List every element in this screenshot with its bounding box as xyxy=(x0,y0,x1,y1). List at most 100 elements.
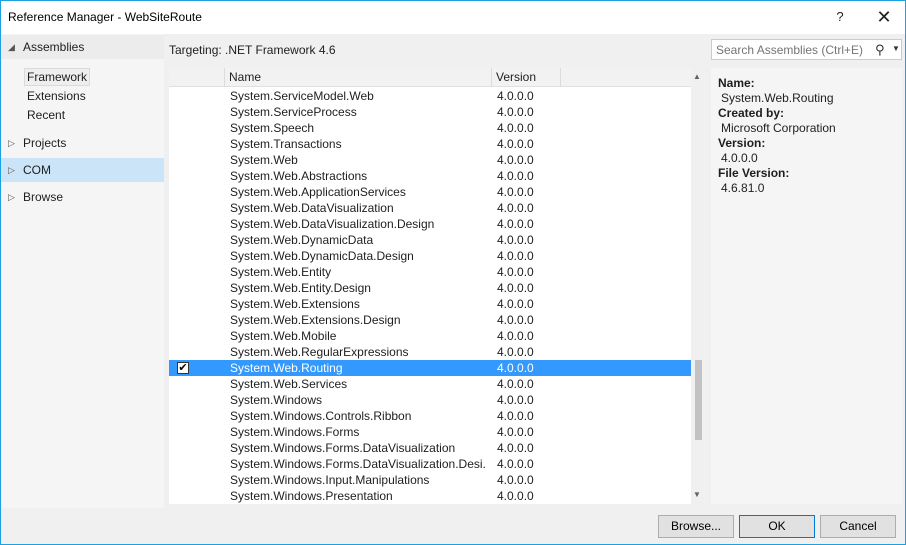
row-name: System.Windows xyxy=(230,393,323,407)
collapsed-arrow-icon: ▷ xyxy=(8,138,15,148)
window-title: Reference Manager - WebSiteRoute xyxy=(8,10,202,24)
details-panel: Name: System.Web.Routing Created by: Mic… xyxy=(711,68,902,504)
header-version[interactable]: Version xyxy=(492,68,561,87)
row-version: 4.0.0.0 xyxy=(497,361,534,375)
chevron-down-icon[interactable]: ▼ xyxy=(892,44,900,53)
detail-name-value: System.Web.Routing xyxy=(721,91,834,105)
scroll-down-icon[interactable]: ▼ xyxy=(693,490,701,499)
row-name: System.ServiceProcess xyxy=(230,105,357,119)
search-input[interactable] xyxy=(716,42,866,57)
row-version: 4.0.0.0 xyxy=(497,409,534,423)
table-row[interactable]: System.Windows.Forms 4.0.0.0 xyxy=(169,424,691,440)
row-name: System.Web.DataVisualization xyxy=(230,201,394,215)
table-row[interactable]: System.Web 4.0.0.0 xyxy=(169,152,691,168)
row-version: 4.0.0.0 xyxy=(497,217,534,231)
table-row[interactable]: System.Web.ApplicationServices 4.0.0.0 xyxy=(169,184,691,200)
header-name[interactable]: Name xyxy=(225,68,492,87)
nav-com[interactable]: ▷ COM xyxy=(1,158,164,182)
row-name: System.Web.Entity.Design xyxy=(230,281,371,295)
row-name: System.Web.Extensions xyxy=(230,297,360,311)
table-row[interactable]: System.Web.RegularExpressions 4.0.0.0 xyxy=(169,344,691,360)
title-bar: Reference Manager - WebSiteRoute ? ✕ xyxy=(1,1,905,34)
nav-projects-label: Projects xyxy=(23,136,67,150)
row-name: System.Web.DataVisualization.Design xyxy=(230,217,435,231)
row-name: System.Web.ApplicationServices xyxy=(230,185,406,199)
detail-version-label: Version: xyxy=(718,136,766,150)
table-row[interactable]: System.Web.DataVisualization.Design 4.0.0… xyxy=(169,216,691,232)
table-row[interactable]: System.Web.DataVisualization 4.0.0.0 xyxy=(169,200,691,216)
row-name: System.Web.Mobile xyxy=(230,329,337,343)
ok-button[interactable]: OK xyxy=(739,515,815,538)
close-icon[interactable]: ✕ xyxy=(873,6,895,28)
nav-projects[interactable]: ▷ Projects xyxy=(1,131,164,155)
row-version: 4.0.0.0 xyxy=(497,281,534,295)
row-name: System.Web.RegularExpressions xyxy=(230,345,409,359)
detail-file-version-label: File Version: xyxy=(718,166,790,180)
row-name: System.Windows.Presentation xyxy=(230,489,393,503)
table-row[interactable]: System.Windows.Forms.DataVisualization.D… xyxy=(169,456,691,472)
reference-manager-dialog: Reference Manager - WebSiteRoute ? ✕ ◢ A… xyxy=(0,0,906,545)
table-row[interactable]: System.Windows 4.0.0.0 xyxy=(169,392,691,408)
help-button[interactable]: ? xyxy=(830,7,850,27)
row-version: 4.0.0.0 xyxy=(497,425,534,439)
table-row[interactable]: System.Web.Services 4.0.0.0 xyxy=(169,376,691,392)
row-version: 4.0.0.0 xyxy=(497,233,534,247)
table-row[interactable]: System.ServiceModel.Web 4.0.0.0 xyxy=(169,88,691,104)
row-version: 4.0.0.0 xyxy=(497,489,534,503)
table-row[interactable]: ✔ System.Web.Routing 4.0.0.0 xyxy=(169,360,691,376)
table-row[interactable]: System.Web.DynamicData.Design 4.0.0.0 xyxy=(169,248,691,264)
row-checkbox[interactable]: ✔ xyxy=(177,362,189,374)
assembly-list: Name Version System.ServiceModel.Web 4.0.… xyxy=(169,68,706,504)
row-version: 4.0.0.0 xyxy=(497,473,534,487)
row-version: 4.0.0.0 xyxy=(497,393,534,407)
row-name: System.Web.DynamicData xyxy=(230,233,374,247)
table-row[interactable]: System.Windows.Input.Manipulations 4.0.0.… xyxy=(169,472,691,488)
row-name: System.Web.DynamicData.Design xyxy=(230,249,414,263)
nav-assemblies[interactable]: ◢ Assemblies xyxy=(1,35,164,59)
table-row[interactable]: System.ServiceProcess 4.0.0.0 xyxy=(169,104,691,120)
collapsed-arrow-icon: ▷ xyxy=(8,192,15,202)
row-name: System.Web xyxy=(230,153,298,167)
row-version: 4.0.0.0 xyxy=(497,137,534,151)
table-row[interactable]: System.Speech 4.0.0.0 xyxy=(169,120,691,136)
scroll-thumb[interactable] xyxy=(695,360,702,440)
table-row[interactable]: System.Windows.Controls.Ribbon 4.0.0.0 xyxy=(169,408,691,424)
row-version: 4.0.0.0 xyxy=(497,153,534,167)
row-name: System.Web.Abstractions xyxy=(230,169,368,183)
table-row[interactable]: System.Web.Mobile 4.0.0.0 xyxy=(169,328,691,344)
row-name: System.Web.Extensions.Design xyxy=(230,313,401,327)
row-version: 4.0.0.0 xyxy=(497,313,534,327)
nav-recent[interactable]: Recent xyxy=(27,107,65,123)
assembly-rows: System.ServiceModel.Web 4.0.0.0 System.Ser… xyxy=(169,88,691,504)
scroll-up-icon[interactable]: ▲ xyxy=(693,72,701,81)
table-row[interactable]: System.Web.DynamicData 4.0.0.0 xyxy=(169,232,691,248)
row-name: System.Windows.Controls.Ribbon xyxy=(230,409,412,423)
detail-created-label: Created by: xyxy=(718,106,785,120)
row-version: 4.0.0.0 xyxy=(497,457,534,471)
cancel-button[interactable]: Cancel xyxy=(820,515,896,538)
table-row[interactable]: System.Web.Entity 4.0.0.0 xyxy=(169,264,691,280)
search-box[interactable]: ⚲ ▼ xyxy=(711,39,902,60)
nav-extensions[interactable]: Extensions xyxy=(27,88,86,104)
row-name: System.ServiceModel.Web xyxy=(230,89,374,103)
row-version: 4.0.0.0 xyxy=(497,265,534,279)
table-row[interactable]: System.Transactions 4.0.0.0 xyxy=(169,136,691,152)
row-version: 4.0.0.0 xyxy=(497,169,534,183)
table-row[interactable]: System.Web.Extensions 4.0.0.0 xyxy=(169,296,691,312)
expanded-arrow-icon: ◢ xyxy=(8,42,15,52)
detail-created-value: Microsoft Corporation xyxy=(721,121,836,135)
nav-browse[interactable]: ▷ Browse xyxy=(1,185,164,209)
row-name: System.Transactions xyxy=(230,137,342,151)
table-row[interactable]: System.Windows.Presentation 4.0.0.0 xyxy=(169,488,691,504)
row-version: 4.0.0.0 xyxy=(497,121,534,135)
browse-button[interactable]: Browse... xyxy=(658,515,734,538)
vertical-scrollbar[interactable]: ▲ ▼ xyxy=(691,68,706,504)
header-checkbox-column xyxy=(169,68,225,87)
table-row[interactable]: System.Web.Abstractions 4.0.0.0 xyxy=(169,168,691,184)
table-row[interactable]: System.Windows.Forms.DataVisualization 4.… xyxy=(169,440,691,456)
nav-framework[interactable]: Framework xyxy=(23,68,91,86)
row-version: 4.0.0.0 xyxy=(497,441,534,455)
table-row[interactable]: System.Web.Entity.Design 4.0.0.0 xyxy=(169,280,691,296)
search-icon[interactable]: ⚲ xyxy=(875,42,885,58)
table-row[interactable]: System.Web.Extensions.Design 4.0.0.0 xyxy=(169,312,691,328)
